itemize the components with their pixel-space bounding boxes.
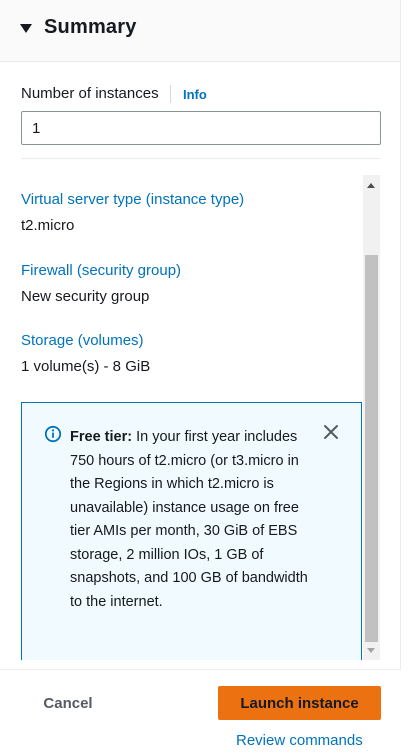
review-commands-link[interactable]: Review commands — [236, 732, 363, 749]
panel-edge — [400, 0, 401, 670]
summary-header[interactable]: Summary — [0, 0, 400, 62]
info-circle-icon — [44, 425, 62, 443]
info-link[interactable]: Info — [183, 87, 207, 102]
scrollbar[interactable] — [363, 175, 380, 660]
alert-text: Free tier: In your first year includes 7… — [70, 426, 310, 614]
scroll-thumb[interactable] — [365, 255, 378, 642]
storage-link[interactable]: Storage (volumes) — [21, 332, 144, 349]
scroll-down-arrow-icon[interactable] — [367, 648, 375, 653]
security-group-value: New security group — [21, 288, 150, 305]
scroll-up-arrow-icon[interactable] — [367, 183, 375, 188]
cancel-button[interactable]: Cancel — [20, 686, 116, 720]
free-tier-alert: Free tier: In your first year includes 7… — [21, 402, 362, 660]
section-divider — [21, 158, 380, 159]
instances-input[interactable] — [21, 111, 381, 145]
instances-label: Number of instances — [21, 85, 159, 102]
alert-body: In your first year includes 750 hours of… — [70, 429, 308, 610]
instance-type-value: t2.micro — [21, 217, 75, 234]
storage-value: 1 volume(s) - 8 GiB — [21, 358, 151, 375]
caret-down-icon[interactable] — [20, 24, 32, 33]
summary-title: Summary — [44, 16, 137, 38]
label-divider — [170, 85, 171, 103]
security-group-link[interactable]: Firewall (security group) — [21, 262, 181, 279]
alert-heading: Free tier: — [70, 429, 133, 445]
launch-instance-button[interactable]: Launch instance — [218, 686, 381, 720]
footer-divider — [0, 669, 400, 670]
instance-type-link[interactable]: Virtual server type (instance type) — [21, 191, 244, 208]
close-icon[interactable] — [322, 423, 340, 441]
